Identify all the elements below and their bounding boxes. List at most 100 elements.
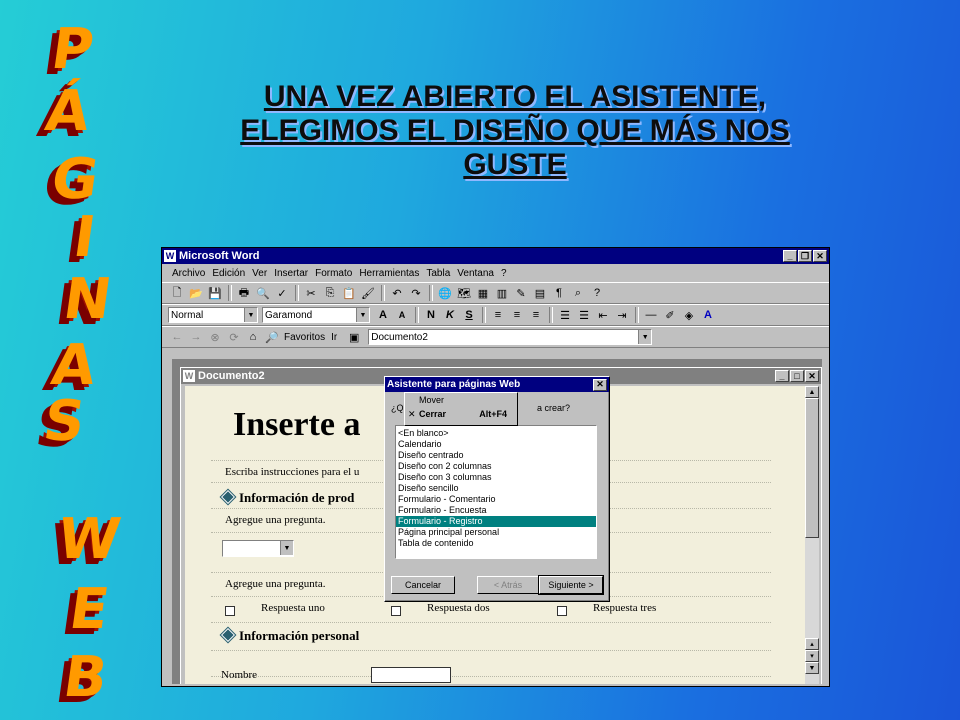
list-item[interactable]: Diseño sencillo xyxy=(396,483,596,494)
menu-herramientas[interactable]: Herramientas xyxy=(359,268,419,279)
help-icon[interactable]: ? xyxy=(588,284,606,302)
scroll-page-down-icon[interactable]: ▾ xyxy=(805,650,819,662)
redo-icon[interactable]: ↷ xyxy=(407,284,425,302)
close-button[interactable]: ✕ xyxy=(813,250,827,262)
style-combo[interactable]: Normal ▼ xyxy=(168,307,258,323)
tables-icon[interactable]: ▦ xyxy=(474,284,492,302)
open-icon[interactable]: 📂 xyxy=(187,284,205,302)
chevron-down-icon[interactable]: ▼ xyxy=(356,308,369,322)
numbering-icon[interactable]: ☰ xyxy=(556,306,574,324)
home-icon[interactable]: ⌂ xyxy=(244,328,262,346)
next-button[interactable]: Siguiente > xyxy=(538,575,604,595)
list-item[interactable]: Página principal personal xyxy=(396,527,596,538)
toolbar-separator xyxy=(429,285,433,301)
zoom-icon[interactable]: ⌕ xyxy=(569,284,587,302)
paste-icon[interactable]: 📋 xyxy=(340,284,358,302)
scroll-up-icon[interactable]: ▲ xyxy=(805,386,819,398)
back-button[interactable]: < Atrás xyxy=(477,576,539,594)
font-color-icon[interactable]: A xyxy=(699,306,717,324)
menu-item-close[interactable]: ✕ Cerrar Alt+F4 xyxy=(405,407,517,421)
show-hide-icon[interactable]: ¶ xyxy=(550,284,568,302)
save-icon[interactable]: 💾 xyxy=(206,284,224,302)
back-icon[interactable]: ← xyxy=(168,328,186,346)
chevron-down-icon[interactable]: ▼ xyxy=(280,541,293,555)
show-only-web-toolbar-icon[interactable]: ▣ xyxy=(345,328,363,346)
vertical-scrollbar[interactable]: ▲ ▴ ▾ ▼ xyxy=(805,386,819,684)
doc-maximize-button[interactable]: □ xyxy=(790,370,804,382)
menu-archivo[interactable]: Archivo xyxy=(172,268,205,279)
format-painter-icon[interactable]: 🖌 xyxy=(359,284,377,302)
scroll-down-icon[interactable]: ▼ xyxy=(805,662,819,674)
grow-font-icon[interactable]: A xyxy=(374,306,392,324)
copy-icon[interactable]: ⎘ xyxy=(321,284,339,302)
refresh-icon[interactable]: ⟳ xyxy=(225,328,243,346)
highlight-icon[interactable]: ✐ xyxy=(661,306,679,324)
document-map-icon[interactable]: ▤ xyxy=(531,284,549,302)
menu-help[interactable]: ? xyxy=(501,268,507,279)
chevron-down-icon[interactable]: ▼ xyxy=(638,330,652,344)
list-item[interactable]: Formulario - Encuesta xyxy=(396,505,596,516)
cut-icon[interactable]: ✂ xyxy=(302,284,320,302)
dialog-close-button[interactable]: ✕ xyxy=(593,378,607,391)
list-item[interactable]: Diseño con 3 columnas xyxy=(396,472,596,483)
italic-icon[interactable]: K xyxy=(441,306,459,324)
hyperlink-icon[interactable]: 🌐 xyxy=(436,284,454,302)
horizontal-line-icon[interactable]: — xyxy=(642,306,660,324)
doc-minimize-button[interactable]: _ xyxy=(775,370,789,382)
menu-item-move[interactable]: Mover xyxy=(405,393,517,407)
doc-close-button[interactable]: ✕ xyxy=(805,370,819,382)
menu-insertar[interactable]: Insertar xyxy=(274,268,308,279)
answer-checkbox-1[interactable] xyxy=(225,606,235,616)
align-right-icon[interactable]: ≡ xyxy=(527,306,545,324)
font-combo[interactable]: Garamond ▼ xyxy=(262,307,370,323)
name-input[interactable] xyxy=(371,667,451,683)
drawing-icon[interactable]: ✎ xyxy=(512,284,530,302)
forward-icon[interactable]: → xyxy=(187,328,205,346)
scroll-thumb[interactable] xyxy=(805,398,819,538)
columns-icon[interactable]: ▥ xyxy=(493,284,511,302)
list-item[interactable]: Diseño centrado xyxy=(396,450,596,461)
stop-icon[interactable]: ⊗ xyxy=(206,328,224,346)
go-menu[interactable]: Ir xyxy=(331,332,337,343)
chevron-down-icon[interactable]: ▼ xyxy=(244,308,257,322)
list-item[interactable]: Formulario - Comentario xyxy=(396,494,596,505)
answer-dropdown[interactable]: ▼ xyxy=(222,540,294,557)
list-item[interactable]: <En blanco> xyxy=(396,428,596,439)
menu-ventana[interactable]: Ventana xyxy=(457,268,494,279)
minimize-button[interactable]: _ xyxy=(783,250,797,262)
align-left-icon[interactable]: ≡ xyxy=(489,306,507,324)
align-center-icon[interactable]: ≡ xyxy=(508,306,526,324)
new-icon[interactable]: 🗋 xyxy=(168,284,186,302)
menu-tabla[interactable]: Tabla xyxy=(426,268,450,279)
bold-icon[interactable]: N xyxy=(422,306,440,324)
favorites-menu[interactable]: Favoritos xyxy=(284,332,325,343)
document-icon[interactable]: W xyxy=(183,370,195,382)
shrink-font-icon[interactable]: A xyxy=(393,306,411,324)
list-item[interactable]: Tabla de contenido xyxy=(396,538,596,549)
design-listbox[interactable]: <En blanco> Calendario Diseño centrado D… xyxy=(395,425,597,559)
restore-button[interactable]: ❐ xyxy=(798,250,812,262)
list-item[interactable]: Calendario xyxy=(396,439,596,450)
cancel-button[interactable]: Cancelar xyxy=(391,576,455,594)
fill-color-icon[interactable]: ◈ xyxy=(680,306,698,324)
scroll-page-up-icon[interactable]: ▴ xyxy=(805,638,819,650)
print-icon[interactable]: 🖶 xyxy=(235,284,253,302)
list-item-selected[interactable]: Formulario - Registro xyxy=(396,516,596,527)
bullets-icon[interactable]: ☰ xyxy=(575,306,593,324)
answer-checkbox-2[interactable] xyxy=(391,606,401,616)
word-app-icon[interactable]: W xyxy=(164,250,176,262)
address-combo[interactable]: Documento2 ▼ xyxy=(368,329,653,345)
menu-ver[interactable]: Ver xyxy=(252,268,267,279)
list-item[interactable]: Diseño con 2 columnas xyxy=(396,461,596,472)
print-preview-icon[interactable]: 🔍 xyxy=(254,284,272,302)
menu-edicion[interactable]: Edición xyxy=(212,268,245,279)
web-toolbar-icon[interactable]: 🗺 xyxy=(455,284,473,302)
decrease-indent-icon[interactable]: ⇤ xyxy=(594,306,612,324)
increase-indent-icon[interactable]: ⇥ xyxy=(613,306,631,324)
search-web-icon[interactable]: 🔎 xyxy=(263,328,281,346)
undo-icon[interactable]: ↶ xyxy=(388,284,406,302)
spelling-icon[interactable]: ✓ xyxy=(273,284,291,302)
answer-checkbox-3[interactable] xyxy=(557,606,567,616)
underline-icon[interactable]: S xyxy=(460,306,478,324)
menu-formato[interactable]: Formato xyxy=(315,268,352,279)
